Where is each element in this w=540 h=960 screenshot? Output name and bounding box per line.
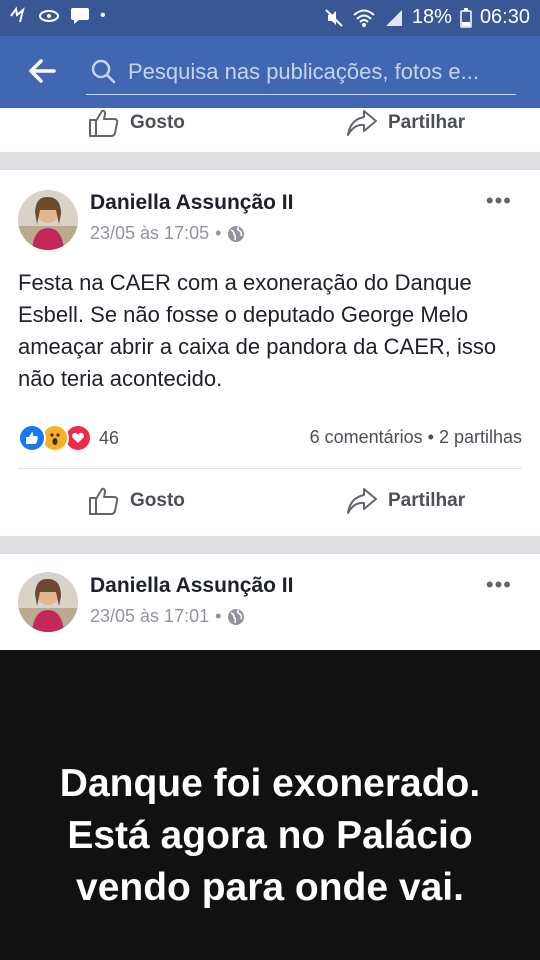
status-bar: • 18% 06:30 [0,0,540,36]
share-label: Partilhar [388,112,466,133]
avatar[interactable] [18,190,78,250]
search-field[interactable] [86,48,516,95]
messenger-icon [10,6,25,23]
globe-icon [228,225,245,242]
reaction-summary[interactable]: 46 [18,424,119,452]
share-icon [347,488,377,514]
author-name[interactable]: Daniella Assunção II [90,191,293,215]
reaction-count: 46 [99,427,120,448]
globe-icon [228,608,245,625]
feed-separator [0,152,540,170]
post-card: Daniella Assunção II 23/05 às 17:05 • ••… [0,170,540,536]
author-name[interactable]: Daniella Assunção II [90,574,293,598]
share-icon [347,110,377,136]
post-text: Festa na CAER com a exoneração do Danque… [18,270,497,391]
like-label: Gosto [130,490,185,511]
more-icon[interactable]: ••• [486,572,512,598]
image-caption-line: vendo para onde vai. [76,866,464,909]
meta-separator: • [215,606,222,626]
wifi-icon [353,9,375,27]
share-button[interactable]: Partilhar [346,486,465,516]
feed-separator [0,536,540,554]
post-meta: 23/05 às 17:01 • [90,606,245,627]
actions-divider [18,468,522,469]
battery-icon [460,7,472,28]
post-card: Daniella Assunção II 23/05 às 17:01 • ••… [0,554,540,650]
image-caption-line: Está agora no Palácio [67,814,473,857]
notification-icons: • [8,6,106,26]
meta-separator: • [215,223,222,243]
more-icon[interactable]: ••• [486,188,512,214]
search-icon [91,59,116,84]
like-button[interactable]: Gosto [88,486,185,516]
share-button[interactable]: Partilhar [346,108,465,138]
post-image[interactable]: Danque foi exonerado. Está agora no Palá… [0,650,540,960]
like-label: Gosto [130,112,185,133]
like-reaction-icon [18,424,46,452]
previous-post-actions: Gosto Partilhar [0,108,540,152]
image-caption: Danque foi exonerado. Está agora no Palá… [0,758,540,914]
like-button[interactable]: Gosto [88,108,185,138]
eye-icon [39,10,59,22]
like-icon [89,109,119,137]
comments-shares-count[interactable]: 6 comentários • 2 partilhas [310,427,522,448]
dot-icon: • [100,7,106,24]
signal-icon [385,9,402,26]
search-input[interactable] [126,56,510,88]
back-arrow-icon[interactable] [28,58,56,84]
chat-icon [71,8,89,24]
clock: 06:30 [479,6,530,28]
mute-icon [325,8,343,27]
post-timestamp[interactable]: 23/05 às 17:05 [90,223,209,244]
battery-percent: 18% [411,6,452,28]
share-label: Partilhar [388,490,466,511]
avatar[interactable] [18,572,78,632]
post-meta: 23/05 às 17:05 • [90,223,245,244]
image-caption-line: Danque foi exonerado. [59,762,481,805]
like-icon [89,487,119,515]
search-header [0,36,540,108]
post-timestamp[interactable]: 23/05 às 17:01 [90,606,209,627]
